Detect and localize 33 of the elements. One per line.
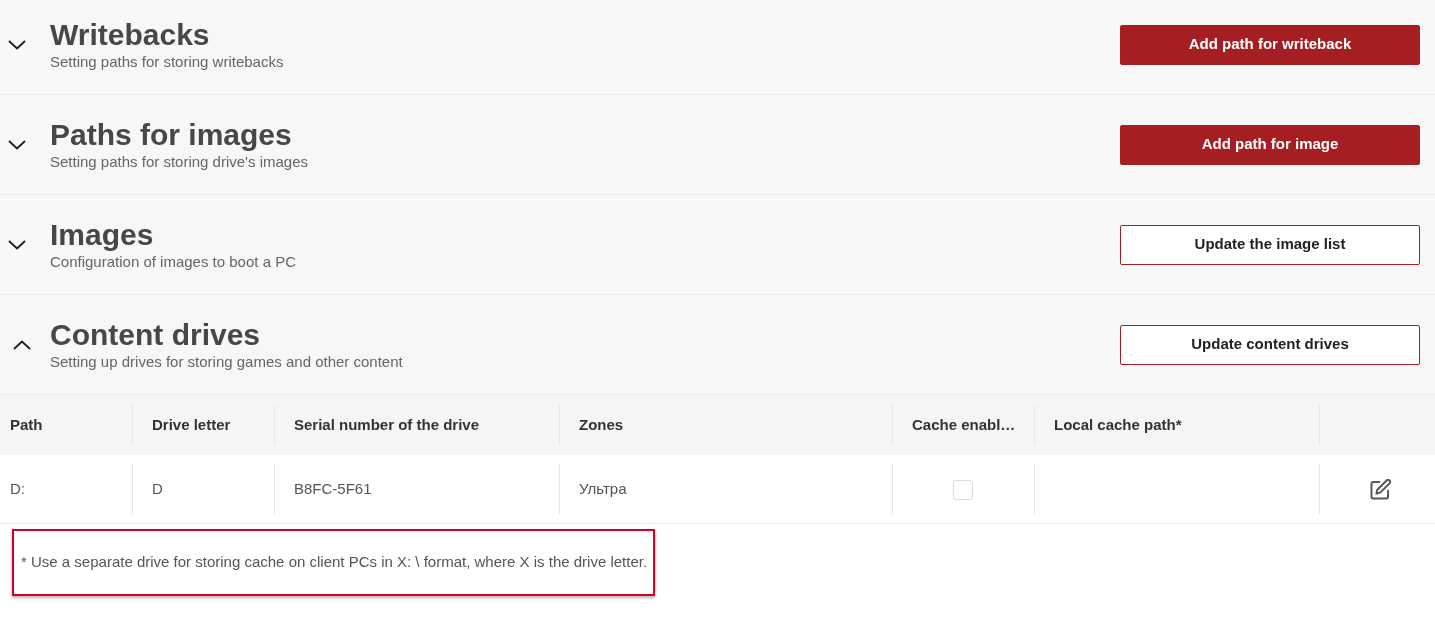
edit-icon[interactable] xyxy=(1369,479,1391,500)
column-header: Path xyxy=(0,395,132,455)
table-cell: D xyxy=(132,455,274,523)
action-button[interactable]: Add path for image xyxy=(1120,124,1420,165)
chevron-down-icon[interactable] xyxy=(8,239,26,250)
table-cell: B8FC-5F61 xyxy=(274,455,559,523)
column-header: Cache enabl… xyxy=(892,395,1034,455)
column-header: Local cache path* xyxy=(1034,395,1319,455)
accordion-header[interactable]: Paths for images Setting paths for storing drive's images Add path for image xyxy=(0,95,1435,195)
table-cell: Ультра xyxy=(559,455,892,523)
action-button[interactable]: Add path for writeback xyxy=(1120,24,1420,65)
column-header: Drive letter xyxy=(132,395,274,455)
accordion-header[interactable]: Writebacks Setting paths for storing writebacks Add path for writeback xyxy=(0,0,1435,95)
table-cell: D: xyxy=(0,455,132,523)
action-button[interactable]: Update content drives xyxy=(1120,324,1420,365)
section-title: Writebacks xyxy=(50,17,211,52)
column-header: Serial number of the drive xyxy=(274,395,559,455)
section-subtitle: Setting up drives for storing games and other content xyxy=(50,351,404,372)
chevron-up-icon[interactable] xyxy=(13,339,31,350)
section-title: Paths for images xyxy=(50,117,293,152)
section-title: Content drives xyxy=(50,317,262,352)
column-header: Zones xyxy=(559,395,892,455)
section-subtitle: Setting paths for storing drive's images xyxy=(50,151,309,172)
accordion-header[interactable]: Images Configuration of images to boot a PC Update the image list xyxy=(0,195,1435,295)
accordion-header[interactable]: Content drives Setting up drives for storing games and other content Update content drives xyxy=(0,295,1435,395)
chevron-down-icon[interactable] xyxy=(8,139,26,150)
chevron-down-icon[interactable] xyxy=(8,39,26,50)
action-button[interactable]: Update the image list xyxy=(1120,224,1420,265)
section-subtitle: Setting paths for storing writebacks xyxy=(50,51,285,72)
section-title: Images xyxy=(50,217,155,252)
section-subtitle: Configuration of images to boot a PC xyxy=(50,251,297,272)
checkbox[interactable] xyxy=(953,479,973,500)
footnote: * Use a separate drive for storing cache on client PCs in X: \ format, where X is the drive letter. xyxy=(12,528,656,596)
